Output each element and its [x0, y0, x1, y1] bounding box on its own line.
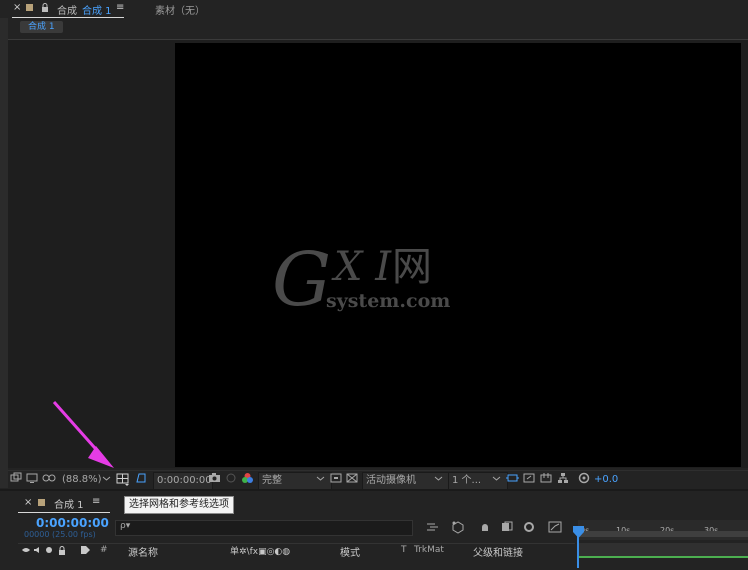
tab-footage[interactable]: 素材（无）: [155, 2, 205, 17]
search-icon: ρ▾: [120, 521, 131, 531]
parent-link-header: 父级和链接: [473, 548, 523, 559]
close-timeline-button[interactable]: ×: [24, 497, 32, 508]
time-ruler[interactable]: 0s 10s 20s 30s: [578, 520, 748, 540]
toggle-pixel-aspect-icon[interactable]: [506, 472, 519, 488]
chevron-down-icon[interactable]: [102, 472, 111, 488]
layer-duration-bar[interactable]: [578, 556, 748, 558]
audio-icon[interactable]: [33, 546, 43, 557]
tab-timeline-comp-1[interactable]: 合成 1: [54, 496, 84, 511]
reset-exposure-icon[interactable]: [578, 472, 590, 488]
lock-icon[interactable]: [58, 546, 66, 558]
composition-canvas[interactable]: [175, 43, 741, 467]
watermark-g: G: [272, 237, 332, 323]
chevron-down-icon[interactable]: [492, 472, 501, 488]
shy-layers-icon[interactable]: [478, 521, 492, 536]
playhead-handle-icon[interactable]: [573, 526, 584, 541]
timeline-link-icon[interactable]: [523, 472, 535, 488]
chevron-down-icon[interactable]: [316, 472, 325, 488]
timeline-frame-rate: 00000 (25.00 fps): [24, 530, 96, 539]
source-name-header[interactable]: 源名称: [128, 544, 158, 559]
annotation-arrow-icon: [52, 401, 114, 468]
work-area-bar[interactable]: [578, 531, 748, 537]
layer-column-header: # 源名称 单✲\fx▣◎◐◍ 模式 T TrkMat 父级和链接: [18, 543, 575, 559]
watermark-xi: X I: [334, 244, 391, 290]
panel-menu-icon[interactable]: ≡: [116, 2, 124, 13]
flowchart-icon[interactable]: [557, 472, 569, 488]
lock-icon[interactable]: [41, 3, 49, 15]
timeline-menu-icon[interactable]: ≡: [92, 496, 100, 507]
tab-comp-1[interactable]: 合成 1: [82, 2, 112, 18]
layer-track-area[interactable]: [578, 543, 748, 557]
transparency-grid-icon[interactable]: [346, 472, 358, 488]
close-panel-button[interactable]: ×: [13, 2, 21, 13]
solo-icon[interactable]: [46, 547, 52, 553]
grid-guides-icon[interactable]: [116, 472, 130, 488]
monitor-icon[interactable]: [26, 472, 38, 488]
camera-snapshot-icon[interactable]: [208, 472, 221, 488]
timeline-timecode[interactable]: 0:00:00:00: [36, 516, 109, 530]
frame-blending-icon[interactable]: [500, 521, 514, 536]
left-panel-edge: [0, 18, 8, 488]
preserve-transparency-header: T: [401, 545, 407, 555]
layer-search-input[interactable]: ρ▾: [115, 520, 413, 536]
draft-3d-icon[interactable]: [451, 520, 465, 537]
comp-panel-header: × 合成 合成 1 ≡ 素材（无）: [0, 0, 748, 18]
panel-label: 合成: [57, 6, 77, 17]
graph-editor-icon[interactable]: [548, 521, 562, 536]
mode-header: 模式: [340, 548, 360, 559]
watermark-domain: system.com: [326, 290, 451, 312]
subtab-comp-1[interactable]: 合成 1: [20, 21, 63, 33]
chevron-down-icon[interactable]: [434, 472, 443, 488]
switches-header: 单✲\fx▣◎◐◍: [230, 547, 291, 557]
comp-mini-flowchart-icon[interactable]: [426, 521, 440, 536]
exposure-value[interactable]: +0.0: [594, 472, 618, 488]
region-of-interest-icon[interactable]: [135, 472, 147, 488]
eye-icon[interactable]: [21, 546, 31, 557]
current-time-field[interactable]: 0:00:00:00: [153, 472, 213, 490]
channels-icon[interactable]: [241, 472, 254, 488]
trkmat-header: TrkMat: [414, 545, 444, 555]
comp-flowchart-icon[interactable]: [540, 472, 552, 488]
zoom-dropdown[interactable]: (88.8%): [62, 472, 102, 488]
layer-number-header: #: [100, 545, 108, 555]
timeline-color-swatch: [38, 499, 45, 506]
timeline-tab-underline: [18, 512, 110, 513]
always-preview-icon[interactable]: [10, 472, 22, 488]
label-tag-icon[interactable]: [80, 545, 91, 558]
grid-guides-tooltip: 选择网格和参考线选项: [124, 496, 234, 514]
fast-preview-icon[interactable]: [330, 472, 342, 488]
motion-blur-icon[interactable]: [522, 521, 536, 536]
show-snapshot-icon[interactable]: [225, 472, 237, 488]
viewer-toolbar: (88.8%) 0:00:00:00 完整 活动摄像机 1 个... +0.0: [8, 470, 748, 490]
comp-subtab-bar: [8, 18, 748, 38]
watermark-net: 网: [392, 244, 432, 290]
mask-visibility-icon[interactable]: [42, 472, 56, 488]
comp-color-swatch: [26, 4, 33, 11]
